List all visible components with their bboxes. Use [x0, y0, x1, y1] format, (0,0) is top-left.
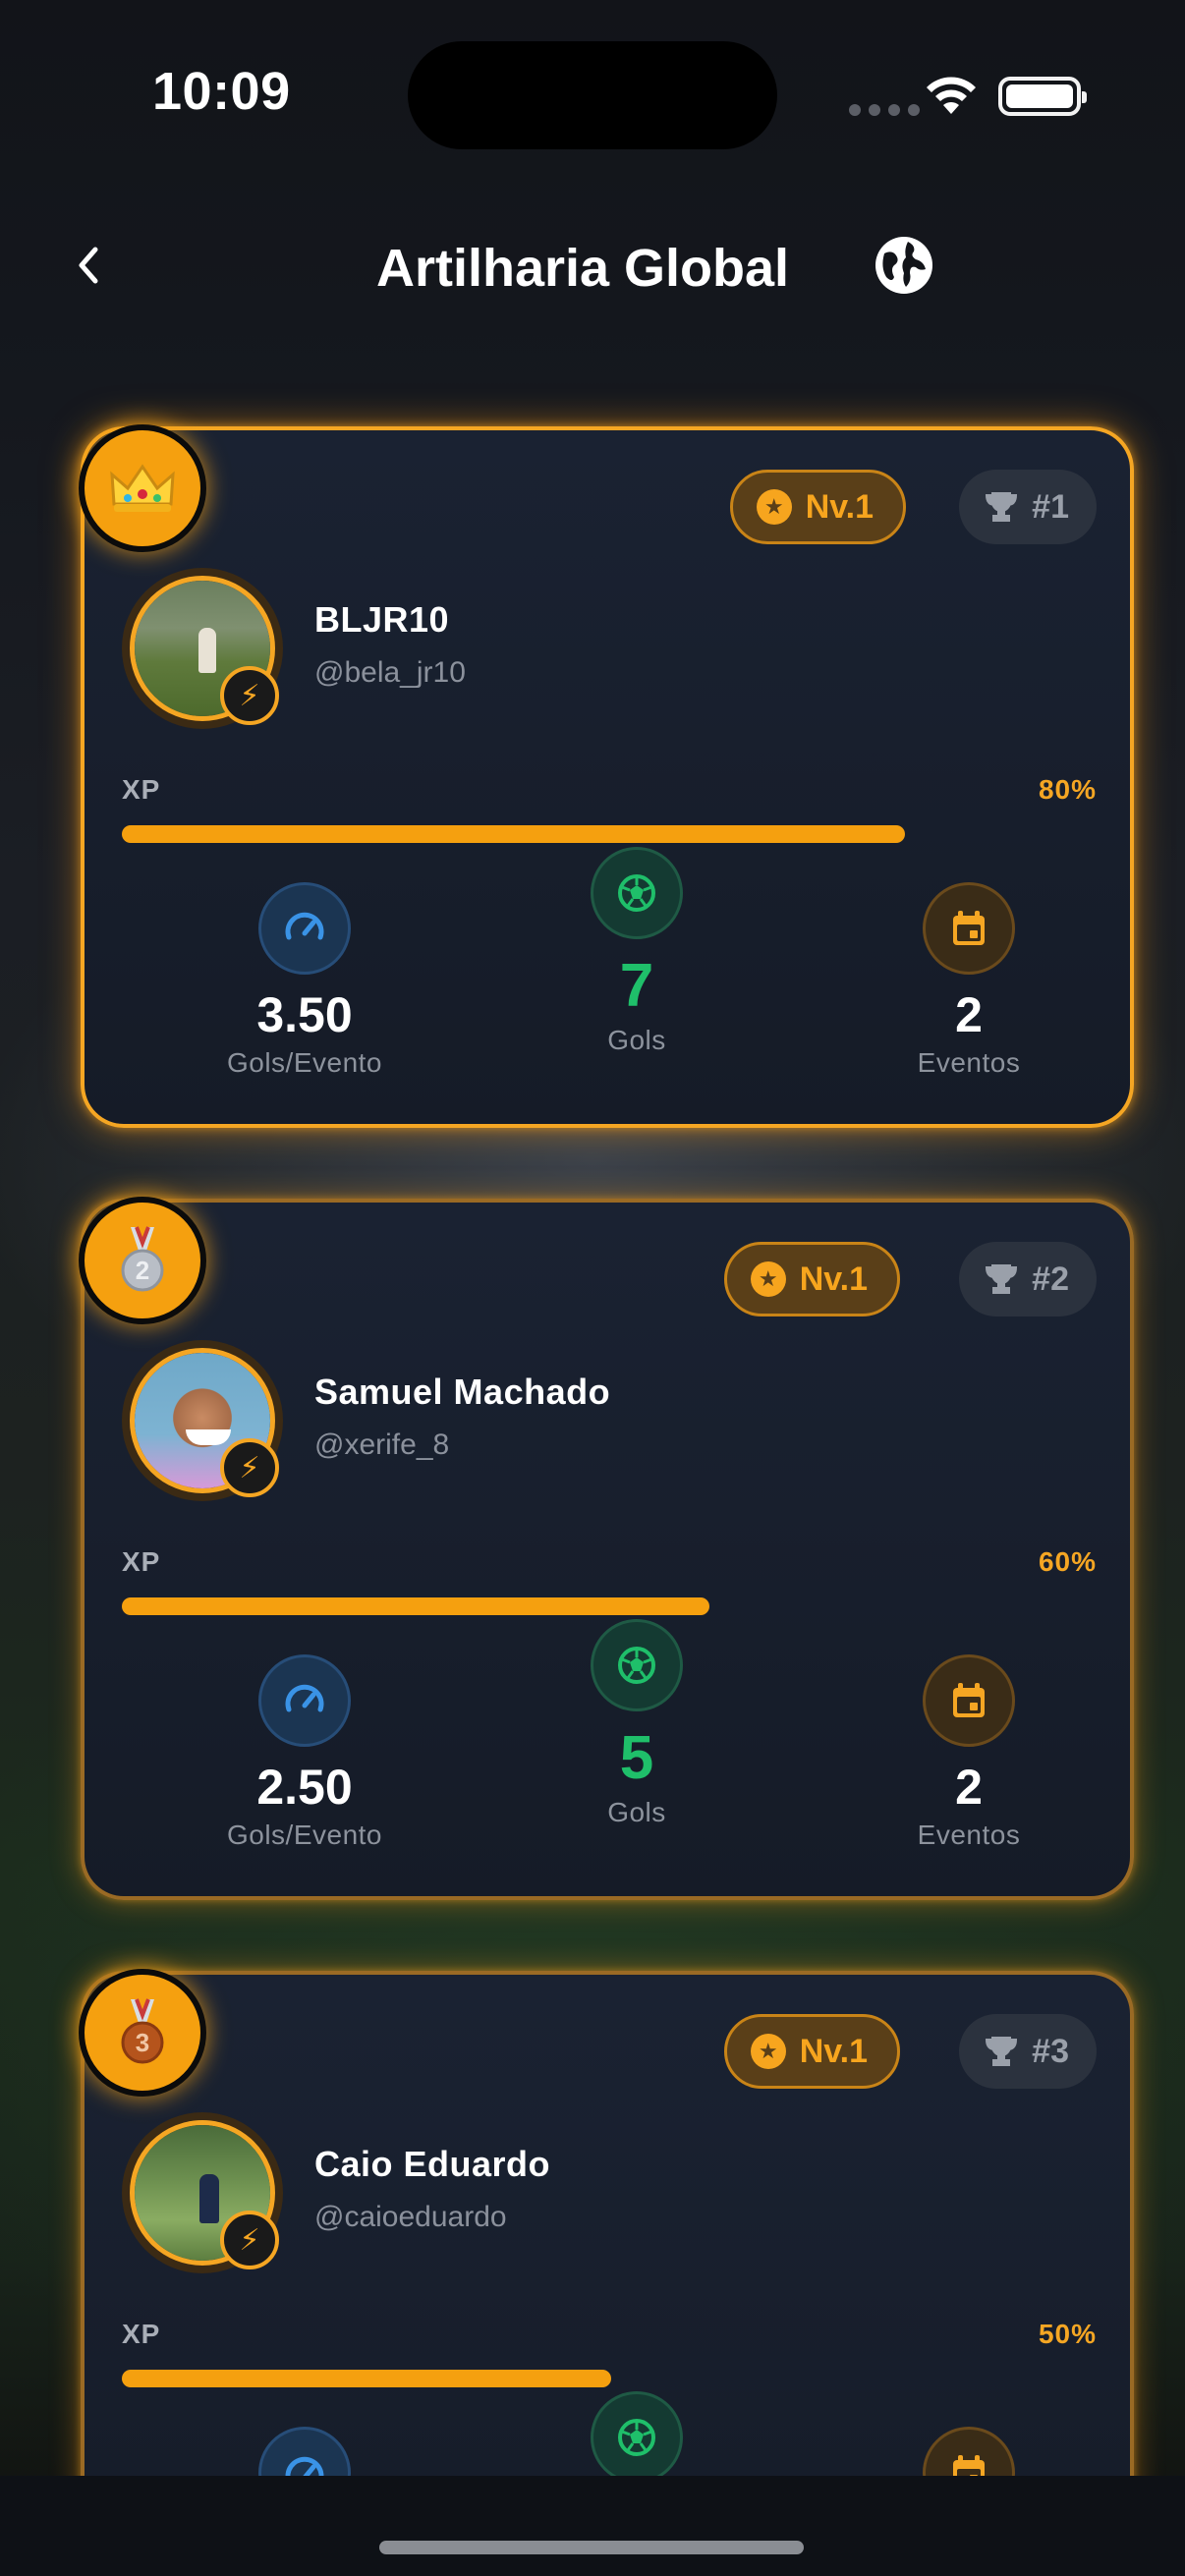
speedometer-icon — [258, 882, 351, 975]
xp-label: XP — [122, 1546, 161, 1577]
speedometer-icon — [258, 1654, 351, 1747]
rank-badge: #2 — [959, 1242, 1097, 1316]
rank-badge: #1 — [959, 470, 1097, 544]
stat-label: Eventos — [917, 1820, 1021, 1850]
stat-value: 2 — [955, 987, 983, 1042]
trophy-icon — [986, 2037, 1018, 2066]
crown-icon — [79, 424, 206, 552]
player-name: BLJR10 — [314, 599, 450, 640]
stat-goals — [519, 2391, 755, 2484]
player-name: Samuel Machado — [314, 1372, 611, 1412]
soccer-ball-icon — [591, 847, 683, 939]
player-card[interactable]: ★ Nv.1 #1 ⚡ BLJR10 @bela_jr10 XP 80% 3.5… — [79, 424, 1134, 1128]
globe-icon — [875, 237, 932, 294]
stat-label: Gols — [607, 1797, 666, 1827]
player-handle: @bela_jr10 — [314, 656, 466, 689]
stat-value: 2.50 — [256, 1760, 353, 1815]
bolt-icon: ⚡ — [220, 666, 279, 725]
stat-label: Gols/Evento — [226, 1047, 383, 1078]
stat-goals-per-event: 2.50 Gols/Evento — [187, 1654, 423, 1851]
home-indicator[interactable] — [379, 2541, 804, 2554]
player-card[interactable]: 2 ★ Nv.1 #2 ⚡ Samuel Machado @xerife_8 X… — [79, 1197, 1134, 1900]
xp-progress-bar — [122, 2370, 1100, 2387]
level-badge: ★ Nv.1 — [723, 1242, 900, 1316]
xp-percent: 80% — [1038, 774, 1097, 805]
trophy-icon — [986, 1264, 1018, 1294]
rank-label: #2 — [1032, 1260, 1069, 1298]
stat-label: Eventos — [917, 1047, 1021, 1078]
stat-value: 2 — [955, 1760, 983, 1815]
battery-icon — [998, 77, 1087, 116]
cellular-signal-icon — [849, 104, 920, 116]
soccer-ball-icon — [591, 2391, 683, 2484]
stat-value: 7 — [619, 952, 654, 1020]
avatar[interactable]: ⚡ — [122, 2112, 283, 2273]
stat-label: Gols — [607, 1025, 666, 1055]
star-icon: ★ — [750, 1261, 786, 1297]
player-handle: @caioeduardo — [314, 2201, 507, 2233]
avatar[interactable]: ⚡ — [122, 1340, 283, 1501]
rank-badge: #3 — [959, 2014, 1097, 2089]
status-time: 10:09 — [152, 62, 291, 121]
bolt-icon: ⚡ — [220, 1438, 279, 1497]
soccer-ball-icon — [591, 1619, 683, 1711]
avatar[interactable]: ⚡ — [122, 568, 283, 729]
medal-number: 2 — [136, 1256, 149, 1285]
star-icon: ★ — [756, 489, 792, 525]
xp-label: XP — [122, 2319, 161, 2349]
stat-events: 2 Eventos — [851, 1654, 1087, 1851]
stat-value: 3.50 — [256, 987, 353, 1042]
stat-value: 5 — [619, 1724, 654, 1792]
bottom-safe-area — [0, 2476, 1185, 2576]
level-label: Nv.1 — [799, 2032, 868, 2070]
page-title: Artilharia Global — [375, 239, 790, 298]
bronze-medal-icon: 3 — [79, 1969, 206, 2097]
medal-number: 3 — [136, 2028, 149, 2057]
rank-label: #3 — [1032, 2032, 1069, 2070]
xp-progress-bar — [122, 1597, 1100, 1615]
globe-button[interactable] — [871, 232, 937, 299]
stat-goals: 7 Gols — [519, 847, 755, 1056]
stat-goals: 5 Gols — [519, 1619, 755, 1828]
trophy-icon — [986, 492, 1018, 522]
star-icon: ★ — [750, 2034, 786, 2069]
xp-label: XP — [122, 774, 161, 805]
level-label: Nv.1 — [805, 487, 874, 526]
level-badge: ★ Nv.1 — [729, 470, 906, 544]
bolt-icon: ⚡ — [220, 2211, 279, 2269]
calendar-icon — [923, 882, 1015, 975]
dynamic-island — [408, 41, 777, 149]
level-label: Nv.1 — [799, 1260, 868, 1298]
player-name: Caio Eduardo — [314, 2144, 551, 2184]
level-badge: ★ Nv.1 — [723, 2014, 900, 2089]
wifi-icon — [927, 77, 976, 114]
xp-percent: 60% — [1038, 1546, 1097, 1577]
silver-medal-icon: 2 — [79, 1197, 206, 1324]
rank-label: #1 — [1032, 487, 1069, 526]
header: Artilharia Global — [0, 206, 1185, 324]
stat-events: 2 Eventos — [851, 882, 1087, 1079]
player-handle: @xerife_8 — [314, 1428, 450, 1461]
xp-percent: 50% — [1038, 2319, 1097, 2349]
stat-goals-per-event: 3.50 Gols/Evento — [187, 882, 423, 1079]
status-bar: 10:09 — [0, 0, 1185, 187]
calendar-icon — [923, 1654, 1015, 1747]
xp-progress-bar — [122, 825, 1100, 843]
stat-label: Gols/Evento — [226, 1820, 383, 1850]
